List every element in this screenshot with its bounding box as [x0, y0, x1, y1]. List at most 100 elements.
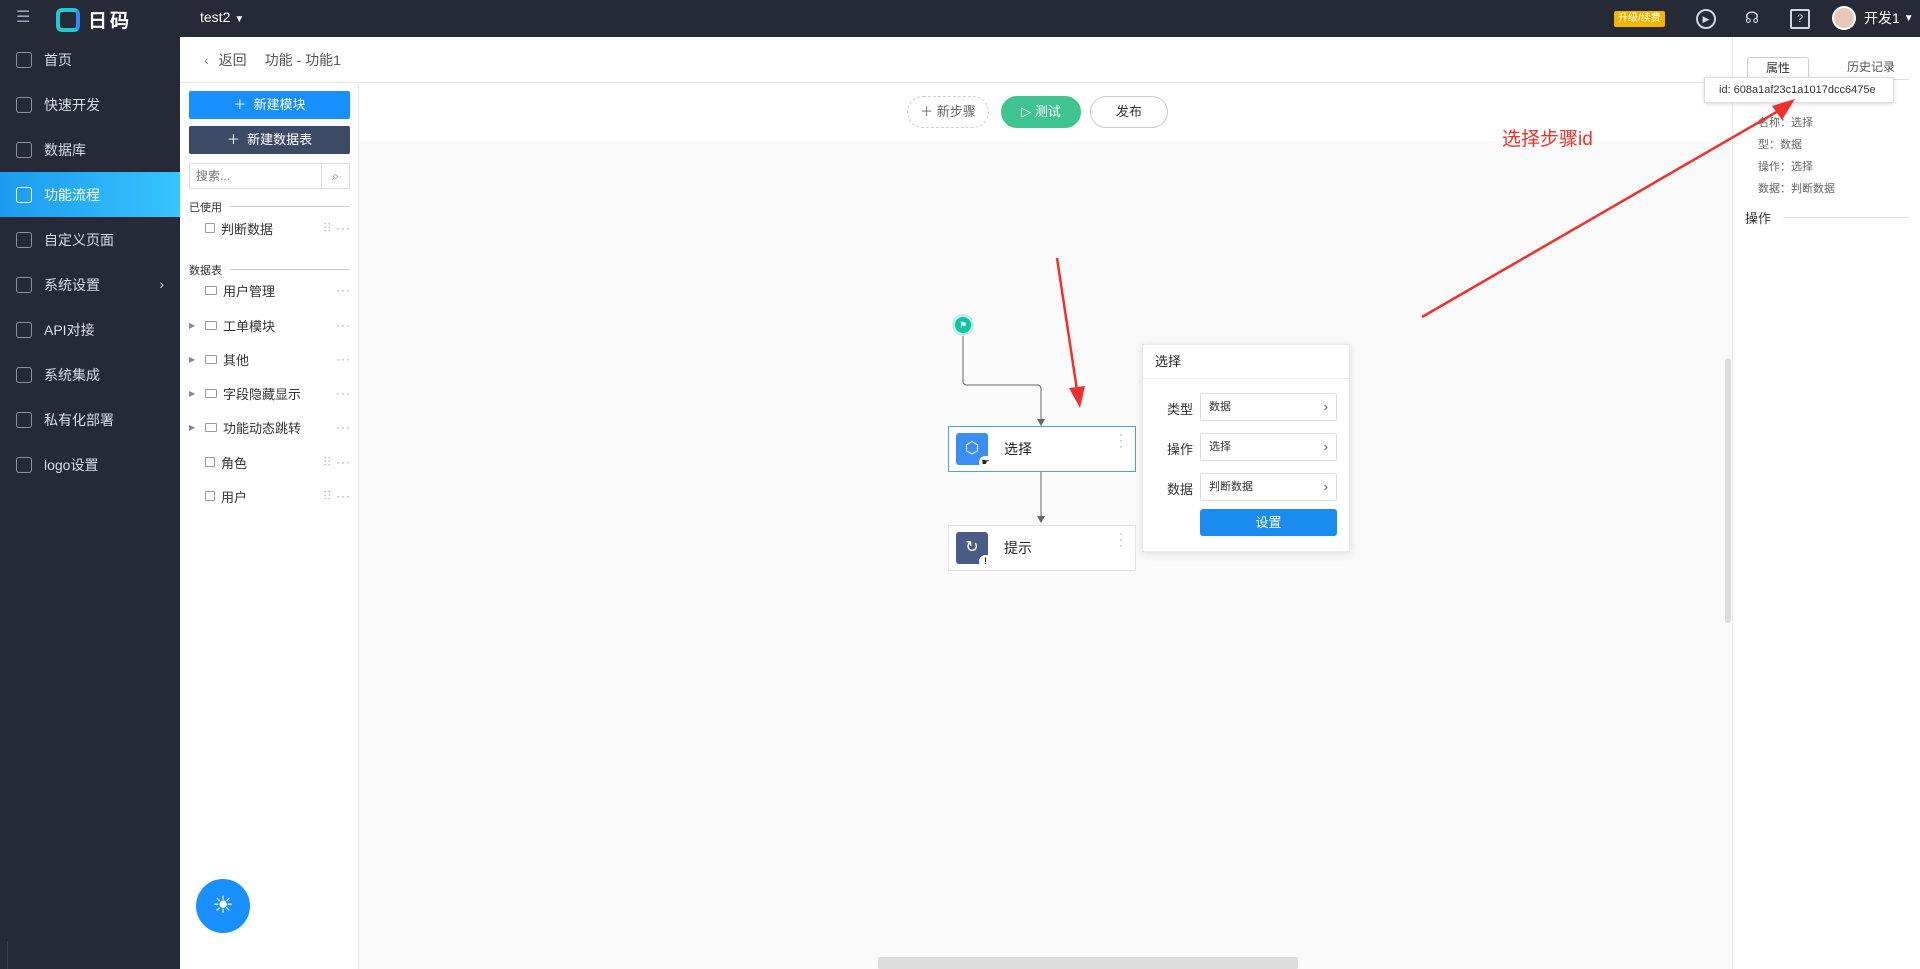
- lock-icon: [16, 411, 32, 428]
- project-name: test2: [200, 9, 231, 25]
- caret-right-icon[interactable]: ▶: [189, 423, 199, 432]
- more-icon[interactable]: ⫶⫶ ···: [324, 221, 351, 236]
- tree-item[interactable]: 角色 ⫶⫶ ···: [180, 451, 359, 473]
- operation-select[interactable]: 选择 ›: [1200, 433, 1337, 461]
- headset-icon[interactable]: ☊: [1742, 9, 1762, 29]
- caret-down-icon: ▼: [234, 14, 245, 25]
- sidebar-item-home[interactable]: 首页: [0, 37, 180, 82]
- caret-right-icon[interactable]: ▶: [189, 321, 199, 330]
- caret-right-icon[interactable]: ▶: [189, 355, 199, 364]
- tree-item-label: 其他: [223, 352, 250, 368]
- divider: [230, 269, 350, 270]
- sidebar-item-label: 系统设置: [44, 276, 100, 293]
- start-flag-icon[interactable]: ⚑: [952, 314, 974, 336]
- more-icon[interactable]: ⫶⫶ ···: [324, 489, 351, 504]
- sidebar-item-label: 自定义页面: [44, 231, 114, 248]
- logo-text: 日码: [88, 11, 133, 32]
- tree-item[interactable]: ▶ 工单模块 ···: [180, 314, 359, 336]
- vertical-scrollbar[interactable]: [1725, 358, 1731, 623]
- more-icon[interactable]: ···: [336, 352, 351, 366]
- chart-icon: [16, 276, 32, 293]
- tree-item-label: 工单模块: [223, 318, 276, 334]
- set-button[interactable]: 设置: [1200, 509, 1337, 536]
- popover-row-operation: 操作 选择 ›: [1143, 433, 1351, 461]
- tables-group-label: 数据表: [189, 265, 222, 277]
- search-input[interactable]: [190, 164, 318, 188]
- tree-item-label: 功能动态跳转: [223, 420, 302, 436]
- sidebar-item-logo-settings[interactable]: logo设置: [0, 442, 180, 487]
- menu-toggle-icon[interactable]: ☰: [16, 10, 34, 26]
- home-icon: [16, 51, 32, 68]
- sidebar-item-database[interactable]: 数据库: [0, 127, 180, 172]
- divider: [230, 206, 350, 207]
- flow-node-select[interactable]: ⬡ ☛ 选择 · · ·: [948, 426, 1136, 472]
- sidebar-item-integration[interactable]: 系统集成: [0, 352, 180, 397]
- data-select[interactable]: 判断数据 ›: [1200, 473, 1337, 501]
- help-icon[interactable]: ?: [1790, 9, 1810, 29]
- tree-item-label: 用户: [221, 489, 248, 505]
- tree-item-label: 字段隐藏显示: [223, 386, 302, 402]
- logo[interactable]: 日码: [56, 6, 132, 33]
- chevron-right-icon: ›: [159, 276, 164, 292]
- sidebar-item-label: 数据库: [44, 141, 86, 158]
- tab-properties[interactable]: 属性: [1747, 57, 1809, 79]
- tree-item[interactable]: 用户 ⫶⫶ ···: [180, 485, 359, 507]
- properties-panel: 属性 历史记录 名称：选择 型：数据 操作：选择 数据：判断数据 操作: [1732, 37, 1920, 969]
- more-icon[interactable]: ⫶⫶ ···: [324, 455, 351, 470]
- sidebar-item-custom-page[interactable]: 自定义页面: [0, 217, 180, 262]
- row-label: 操作: [1167, 442, 1194, 457]
- tree-item[interactable]: 用户管理 ···: [180, 279, 359, 301]
- search-icon[interactable]: ⌕: [321, 164, 349, 188]
- search-box: ⌕: [189, 163, 350, 189]
- chevron-left-icon[interactable]: ‹: [204, 52, 209, 68]
- flow-node-prompt[interactable]: ↻! 提示 · · ·: [948, 525, 1136, 571]
- cursor-icon: ☛: [979, 456, 992, 469]
- sidebar-item-label: 私有化部署: [44, 411, 114, 428]
- tab-history[interactable]: 历史记录: [1833, 57, 1909, 79]
- type-select[interactable]: 数据 ›: [1200, 393, 1337, 421]
- folder-icon: [205, 320, 217, 330]
- tree-item[interactable]: ▶ 功能动态跳转 ···: [180, 416, 359, 438]
- sidebar-item-workflow[interactable]: 功能流程: [0, 172, 180, 217]
- new-module-button[interactable]: ＋ 新建模块: [189, 91, 350, 119]
- sidebar-item-label: 系统集成: [44, 366, 100, 383]
- user-menu[interactable]: 开发1 ▼: [1832, 6, 1914, 30]
- more-icon[interactable]: ···: [336, 420, 351, 434]
- chevron-right-icon: ›: [1323, 439, 1328, 454]
- sidebar-item-private-deploy[interactable]: 私有化部署: [0, 397, 180, 442]
- new-table-button[interactable]: ＋ 新建数据表: [189, 126, 350, 154]
- sidebar-item-label: 首页: [44, 51, 72, 68]
- folder-icon: [205, 422, 217, 432]
- annotation-label: 选择步骤id: [1502, 129, 1593, 150]
- select-value: 数据: [1209, 401, 1231, 413]
- sidebar-resize-handle[interactable]: [0, 941, 8, 969]
- flow-canvas[interactable]: ＋ 新步骤 ▷ 测试 发布 ⚑ ⬡ ☛ 选择 · · · ↻! 提示 · · · 选择 类…: [359, 83, 1732, 969]
- popover-row-data: 数据 判断数据 ›: [1143, 473, 1351, 501]
- lightbulb-icon[interactable]: ☀: [196, 879, 250, 933]
- caret-right-icon[interactable]: ▶: [189, 389, 199, 398]
- upgrade-badge[interactable]: 升级/续费: [1614, 11, 1665, 27]
- node-label: 提示: [1004, 540, 1032, 556]
- user-name: 开发1: [1864, 10, 1900, 26]
- project-selector[interactable]: test2 ▼: [200, 9, 244, 25]
- kebab-icon[interactable]: · · ·: [1119, 428, 1123, 452]
- more-icon[interactable]: ···: [336, 283, 351, 297]
- back-link[interactable]: 返回: [219, 50, 247, 70]
- horizontal-scrollbar[interactable]: [878, 957, 1298, 969]
- tree-item[interactable]: ▶ 其他 ···: [180, 348, 359, 370]
- tree-item[interactable]: ▶ 字段隐藏显示 ···: [180, 382, 359, 404]
- folder-icon: [205, 285, 217, 295]
- play-icon[interactable]: ▶: [1696, 9, 1716, 29]
- sidebar-item-api[interactable]: API对接: [0, 307, 180, 352]
- tree-item[interactable]: 判断数据 ⫶⫶ ···: [180, 217, 359, 239]
- kebab-icon[interactable]: · · ·: [1119, 527, 1123, 551]
- sidebar-item-label: 快速开发: [44, 96, 100, 113]
- used-group-label: 已使用: [189, 202, 222, 214]
- sidebar-item-quick-dev[interactable]: 快速开发: [0, 82, 180, 127]
- more-icon[interactable]: ···: [336, 386, 351, 400]
- sidebar-item-label: API对接: [44, 321, 95, 338]
- more-icon[interactable]: ···: [336, 318, 351, 332]
- sidebar: 首页 快速开发 数据库 功能流程 自定义页面 系统设置 › API对接 系统集成 …: [0, 37, 180, 969]
- sidebar-item-system-settings[interactable]: 系统设置 ›: [0, 262, 180, 307]
- step-popover: 选择 类型 数据 › 操作 选择 › 数据 判断数据 › 设置: [1142, 344, 1350, 552]
